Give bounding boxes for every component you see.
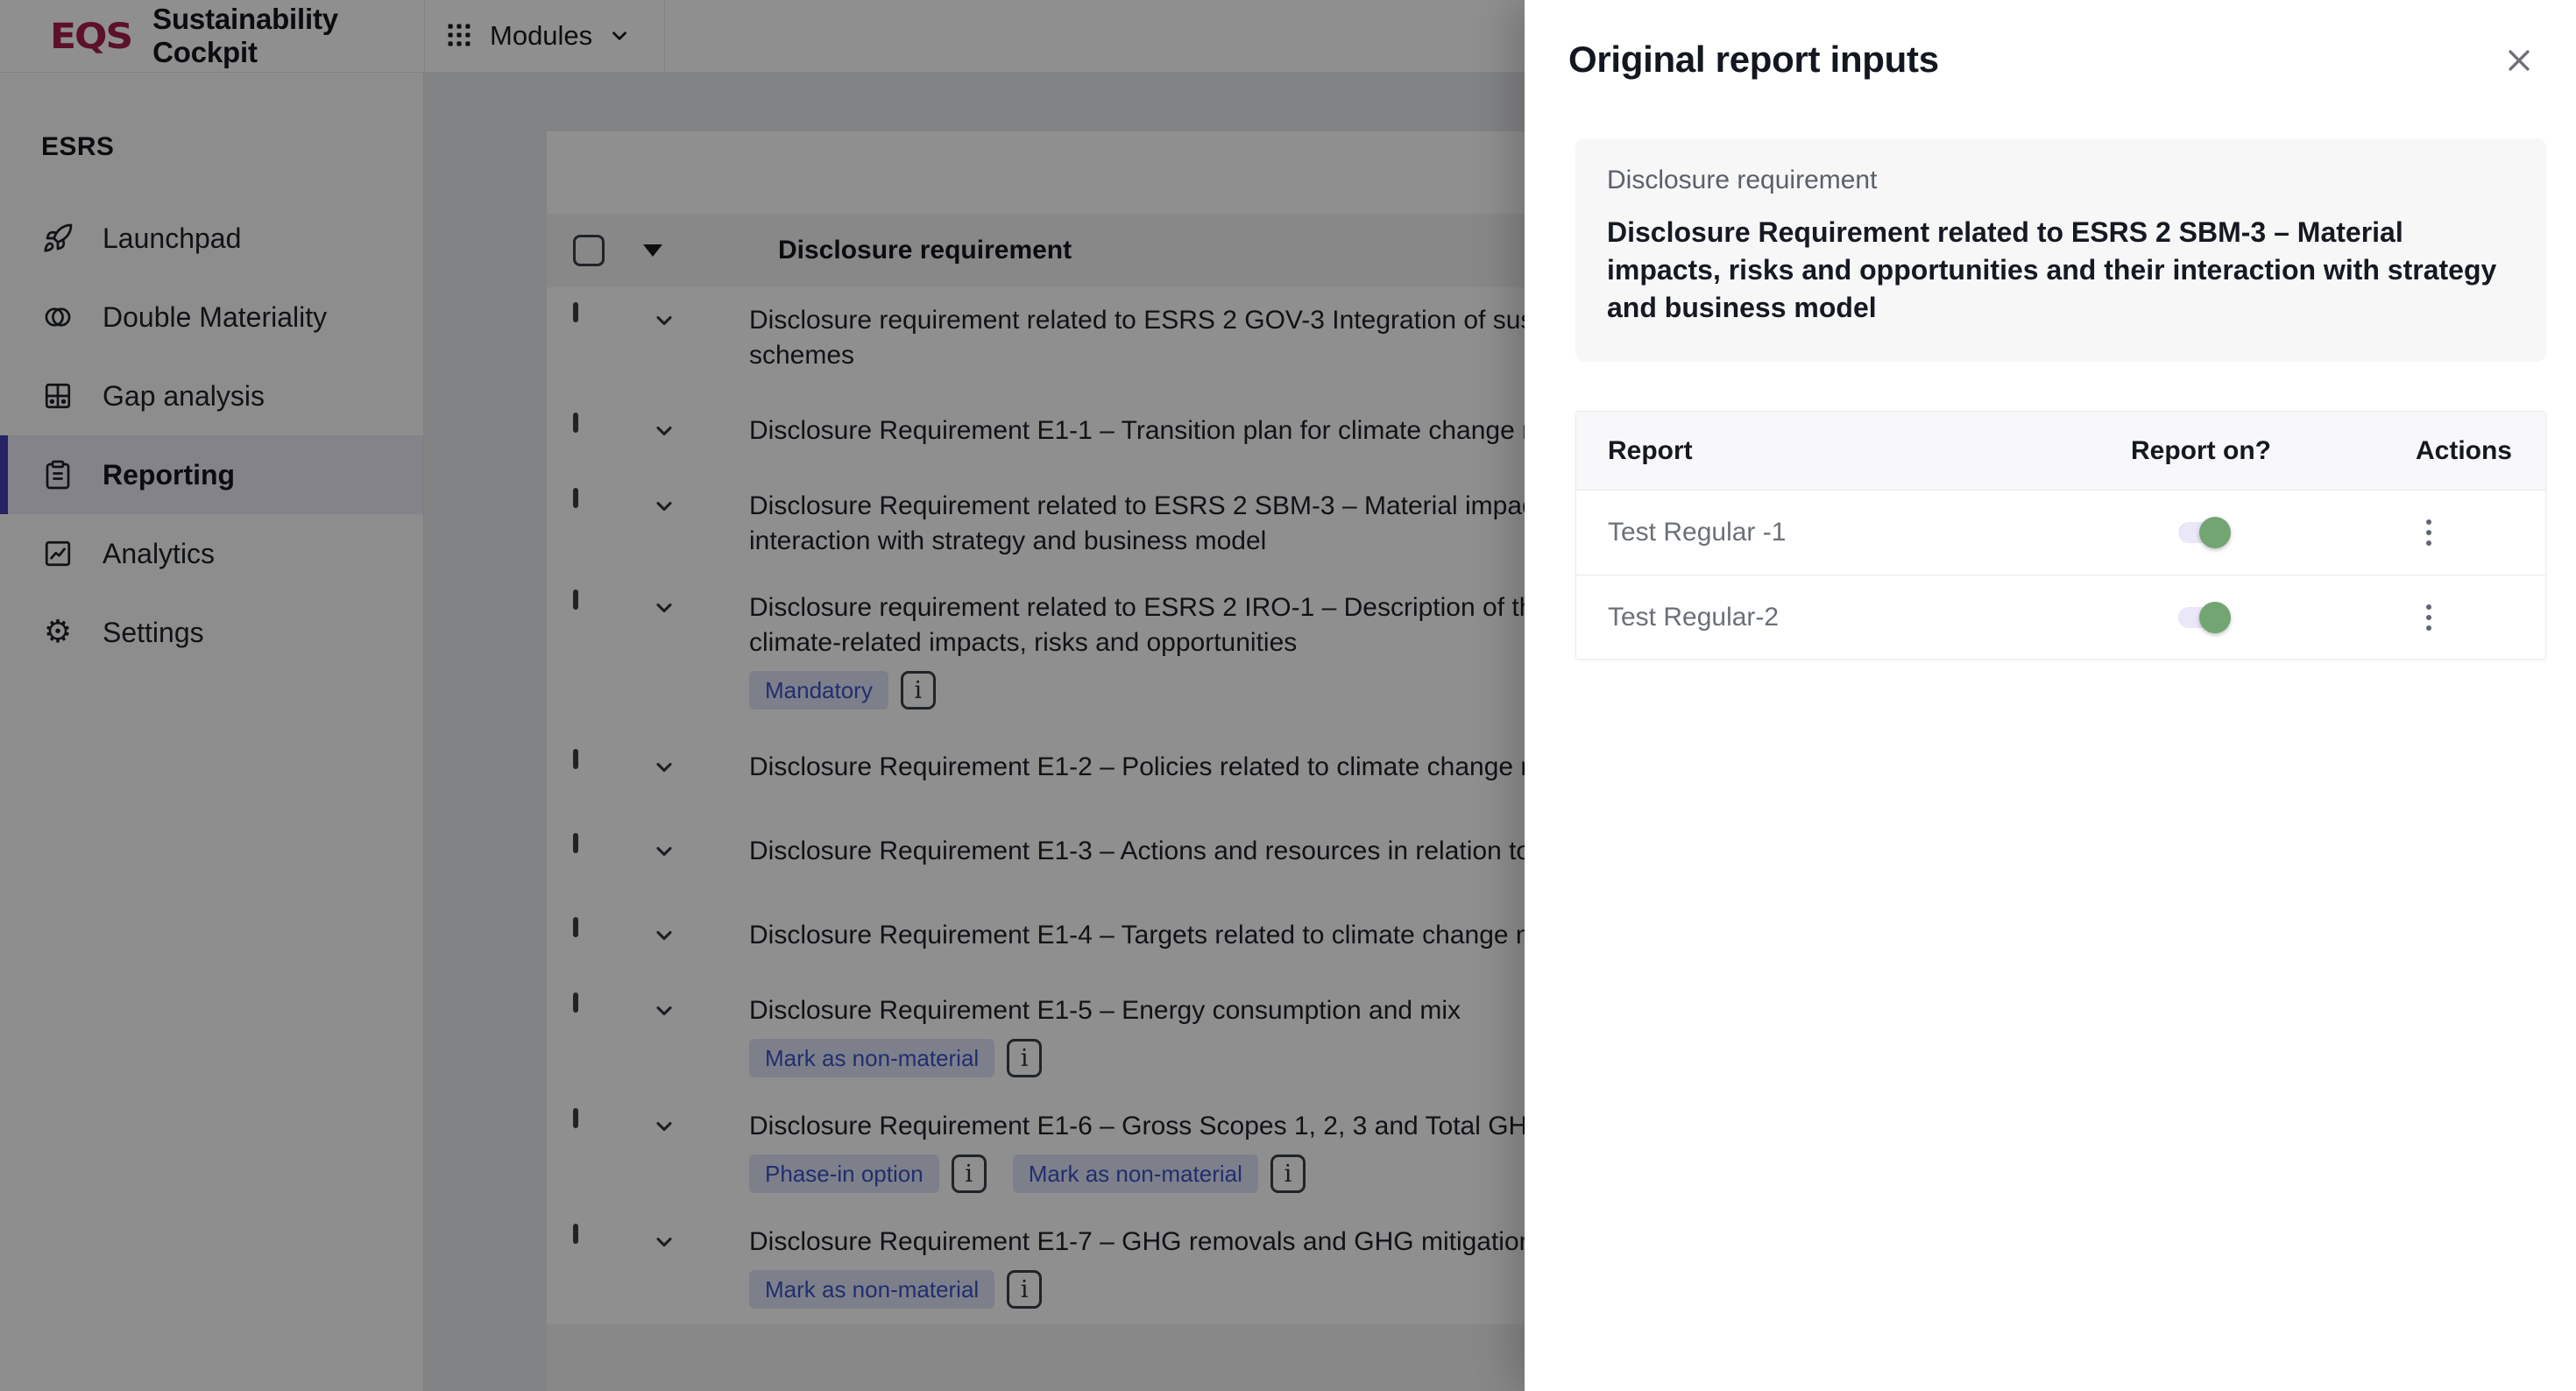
summary-line: Disclosure Requirement related to ESRS 2… (1607, 214, 2515, 251)
column-header-report: Report (1608, 436, 2056, 466)
report-table: Report Report on? Actions Test Regular -… (1575, 411, 2546, 660)
report-row: Test Regular-2 (1576, 575, 2545, 659)
report-on-toggle[interactable] (2178, 522, 2224, 543)
column-header-report-on: Report on? (2056, 436, 2346, 466)
report-table-header: Report Report on? Actions (1576, 412, 2545, 491)
report-name: Test Regular-2 (1608, 603, 2056, 632)
toggle-knob (2199, 517, 2231, 548)
report-on-toggle[interactable] (2178, 607, 2224, 628)
original-report-inputs-panel: Original report inputs Disclosure requir… (1525, 0, 2576, 1391)
report-row: Test Regular -1 (1576, 491, 2545, 575)
panel-title: Original report inputs (1568, 39, 1939, 81)
summary-label: Disclosure requirement (1607, 163, 2515, 198)
disclosure-requirement-summary: Disclosure requirement Disclosure Requir… (1575, 138, 2546, 362)
report-name: Test Regular -1 (1608, 518, 2056, 547)
summary-line: and business model (1607, 289, 2515, 327)
close-button[interactable] (2499, 40, 2539, 81)
row-actions-kebab-icon[interactable] (2419, 512, 2438, 553)
column-header-actions: Actions (2346, 436, 2512, 466)
summary-text: Disclosure Requirement related to ESRS 2… (1607, 214, 2515, 327)
close-icon (2504, 46, 2534, 75)
row-actions-kebab-icon[interactable] (2419, 597, 2438, 638)
toggle-knob (2199, 602, 2231, 633)
summary-line: impacts, risks and opportunities and the… (1607, 251, 2515, 289)
